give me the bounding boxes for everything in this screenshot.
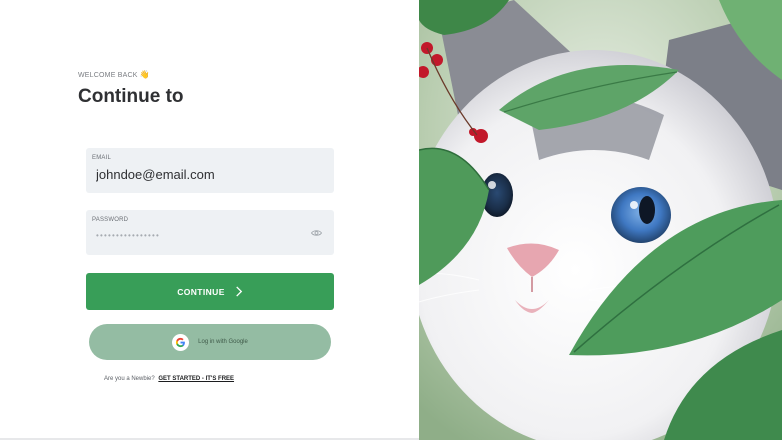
google-button-label: Log in with Google xyxy=(198,339,248,345)
wave-emoji-icon: 👋 xyxy=(139,70,150,79)
email-field[interactable]: EMAIL xyxy=(86,148,334,193)
welcome-back-label: WELCOME BACK 👋 xyxy=(78,70,150,79)
google-logo-badge xyxy=(172,333,190,351)
get-started-link[interactable]: GET STARTED - IT'S FREE xyxy=(158,376,234,382)
continue-button-label: CONTINUE xyxy=(177,286,225,297)
email-input[interactable] xyxy=(96,167,316,182)
password-input[interactable]: •••••••••••••••• xyxy=(96,231,160,240)
login-panel: WELCOME BACK👋 Continue to EMAIL PASSWORD… xyxy=(0,0,419,440)
password-label: PASSWORD xyxy=(92,217,129,223)
signup-prompt-text: Are you a Newbie? xyxy=(104,376,155,382)
hero-image xyxy=(419,0,782,440)
eye-icon[interactable] xyxy=(311,229,322,237)
chevron-right-icon xyxy=(236,286,242,297)
cat-photo xyxy=(419,0,782,440)
password-field[interactable]: PASSWORD •••••••••••••••• xyxy=(86,210,334,255)
google-icon xyxy=(176,337,186,347)
email-label: EMAIL xyxy=(92,155,112,161)
page-title: Continue to xyxy=(78,86,184,107)
welcome-back-text: WELCOME BACK xyxy=(78,72,138,79)
continue-button[interactable]: CONTINUE xyxy=(86,273,334,310)
google-login-button[interactable]: Log in with Google xyxy=(89,324,331,360)
signup-prompt: Are you a Newbie? GET STARTED - IT'S FRE… xyxy=(104,376,234,382)
